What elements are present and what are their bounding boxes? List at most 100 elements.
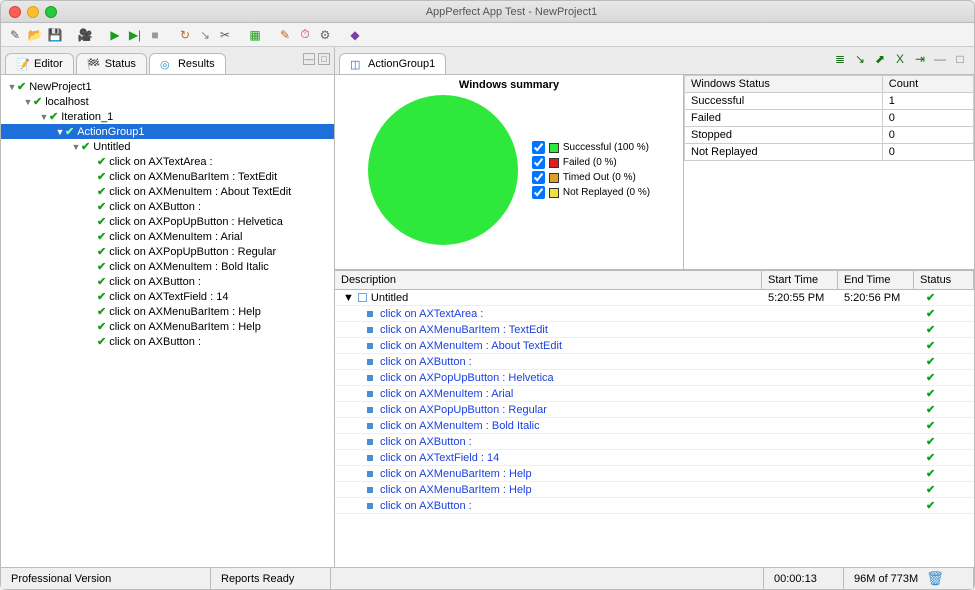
disclosure-triangle[interactable]: ▼ bbox=[23, 97, 33, 107]
tab-editor-label: Editor bbox=[34, 58, 63, 70]
grid-row[interactable]: click on AXMenuBarItem : Help✔ bbox=[335, 482, 974, 498]
tree-event[interactable]: ✔click on AXMenuBarItem : TextEdit bbox=[1, 169, 334, 184]
grid-row-parent[interactable]: ▼Untitled 5:20:55 PM 5:20:56 PM ✔ bbox=[335, 290, 974, 306]
grid-body[interactable]: ▼Untitled 5:20:55 PM 5:20:56 PM ✔ click … bbox=[335, 290, 974, 567]
grid-row[interactable]: click on AXButton :✔ bbox=[335, 434, 974, 450]
export-excel-icon[interactable]: X bbox=[892, 51, 908, 67]
grid-row[interactable]: click on AXMenuItem : About TextEdit✔ bbox=[335, 338, 974, 354]
zoom-window-button[interactable] bbox=[45, 6, 57, 18]
tree-iteration[interactable]: Iteration_1 bbox=[61, 111, 113, 123]
export-import-icon[interactable]: ⇥ bbox=[912, 51, 928, 67]
tree-event[interactable]: ✔click on AXMenuItem : Bold Italic bbox=[1, 259, 334, 274]
chart-legend: Successful (100 %) Failed (0 %) Timed Ou… bbox=[532, 141, 650, 199]
tab-status[interactable]: 🏁 Status bbox=[76, 53, 147, 74]
event-icon bbox=[367, 471, 373, 477]
legend-check-notreplayed[interactable] bbox=[532, 186, 545, 199]
trash-icon[interactable]: 🗑 bbox=[926, 570, 944, 587]
minimize-panel-icon[interactable]: — bbox=[303, 53, 315, 65]
maximize-panel-icon[interactable]: □ bbox=[318, 53, 330, 65]
grid-row-status: ✔ bbox=[914, 355, 974, 368]
grid-row[interactable]: click on AXMenuItem : Arial✔ bbox=[335, 386, 974, 402]
check-icon: ✔ bbox=[97, 230, 106, 243]
tree-event[interactable]: ✔click on AXMenuItem : About TextEdit bbox=[1, 184, 334, 199]
export-text-icon[interactable]: ≣ bbox=[832, 51, 848, 67]
grid-row[interactable]: click on AXButton :✔ bbox=[335, 498, 974, 514]
tree-event[interactable]: ✔click on AXMenuBarItem : Help bbox=[1, 319, 334, 334]
cut-icon[interactable]: ✂ bbox=[217, 27, 233, 43]
status-elapsed-time: 00:00:13 bbox=[764, 568, 844, 589]
tree-event[interactable]: ✔click on AXButton : bbox=[1, 199, 334, 214]
col-start[interactable]: Start Time bbox=[762, 271, 838, 289]
tab-actiongroup[interactable]: ◫ActionGroup1 bbox=[339, 53, 446, 74]
check-icon: ✔ bbox=[97, 305, 106, 318]
export-arrow-icon[interactable]: ↘ bbox=[852, 51, 868, 67]
grid-row[interactable]: click on AXMenuBarItem : Help✔ bbox=[335, 466, 974, 482]
tab-editor[interactable]: 📝Editor bbox=[5, 53, 74, 74]
grid-row-desc: click on AXMenuBarItem : Help bbox=[380, 468, 532, 480]
stats-head-count: Count bbox=[882, 76, 973, 93]
step-icon[interactable]: ↘ bbox=[197, 27, 213, 43]
stop-icon[interactable]: ■ bbox=[147, 27, 163, 43]
check-icon: ✔ bbox=[97, 260, 106, 273]
status-icon: 🏁 bbox=[87, 58, 101, 70]
legend-check-timedout[interactable] bbox=[532, 171, 545, 184]
tree-event[interactable]: ✔click on AXButton : bbox=[1, 334, 334, 349]
col-description[interactable]: Description bbox=[335, 271, 762, 289]
grid-row[interactable]: click on AXTextArea :✔ bbox=[335, 306, 974, 322]
grid-row[interactable]: click on AXMenuBarItem : TextEdit✔ bbox=[335, 322, 974, 338]
tree-event[interactable]: ✔click on AXPopUpButton : Regular bbox=[1, 244, 334, 259]
grid-row[interactable]: click on AXButton :✔ bbox=[335, 354, 974, 370]
minimize-window-button[interactable] bbox=[27, 6, 39, 18]
note-icon[interactable]: ▦ bbox=[247, 27, 263, 43]
tree-untitled[interactable]: Untitled bbox=[93, 141, 130, 153]
disclosure-triangle[interactable]: ▼ bbox=[55, 127, 65, 137]
right-tabs: ◫ActionGroup1 ≣ ↘ ⬈ X ⇥ — □ bbox=[335, 47, 974, 75]
tree-event[interactable]: ✔click on AXMenuItem : Arial bbox=[1, 229, 334, 244]
grid-row-status: ✔ bbox=[914, 419, 974, 432]
window-title: AppPerfect App Test - NewProject1 bbox=[57, 6, 966, 18]
export-chart-icon[interactable]: ⬈ bbox=[872, 51, 888, 67]
tree-event[interactable]: ✔click on AXTextField : 14 bbox=[1, 289, 334, 304]
col-end[interactable]: End Time bbox=[838, 271, 914, 289]
legend-check-successful[interactable] bbox=[532, 141, 545, 154]
loop-icon[interactable]: ↻ bbox=[177, 27, 193, 43]
grid-row[interactable]: click on AXMenuItem : Bold Italic✔ bbox=[335, 418, 974, 434]
package-icon[interactable]: ◆ bbox=[347, 27, 363, 43]
tree-event[interactable]: ✔click on AXPopUpButton : Helvetica bbox=[1, 214, 334, 229]
close-window-button[interactable] bbox=[9, 6, 21, 18]
tab-results[interactable]: ◎Results bbox=[149, 53, 226, 74]
tree-event-label: click on AXMenuBarItem : Help bbox=[109, 321, 261, 333]
event-icon bbox=[367, 455, 373, 461]
results-tree[interactable]: ▼✔NewProject1 ▼✔localhost ▼✔Iteration_1 … bbox=[1, 75, 334, 567]
grid-row[interactable]: click on AXPopUpButton : Regular✔ bbox=[335, 402, 974, 418]
disclosure-triangle[interactable]: ▼ bbox=[39, 112, 49, 122]
tab-status-label: Status bbox=[105, 58, 136, 70]
tree-event[interactable]: ✔click on AXTextArea : bbox=[1, 154, 334, 169]
minimize-right-icon[interactable]: — bbox=[932, 51, 948, 67]
tree-event-label: click on AXPopUpButton : Regular bbox=[109, 246, 276, 258]
save-icon[interactable]: 💾 bbox=[47, 27, 63, 43]
run-icon[interactable]: ▶ bbox=[107, 27, 123, 43]
tree-event[interactable]: ✔click on AXMenuBarItem : Help bbox=[1, 304, 334, 319]
record-icon[interactable]: 🎥 bbox=[77, 27, 93, 43]
maximize-right-icon[interactable]: □ bbox=[952, 51, 968, 67]
disclosure-triangle[interactable]: ▼ bbox=[7, 82, 17, 92]
grid-row-desc: click on AXMenuBarItem : TextEdit bbox=[380, 324, 548, 336]
check-icon: ✔ bbox=[97, 185, 106, 198]
disclosure-triangle[interactable]: ▼ bbox=[343, 292, 354, 304]
run-next-icon[interactable]: ▶| bbox=[127, 27, 143, 43]
edit2-icon[interactable]: ✎ bbox=[277, 27, 293, 43]
open-icon[interactable]: 📂 bbox=[27, 27, 43, 43]
grid-row[interactable]: click on AXTextField : 14✔ bbox=[335, 450, 974, 466]
gear-icon[interactable]: ⚙ bbox=[317, 27, 333, 43]
col-status[interactable]: Status bbox=[914, 271, 974, 289]
grid-row[interactable]: click on AXPopUpButton : Helvetica✔ bbox=[335, 370, 974, 386]
tree-event[interactable]: ✔click on AXButton : bbox=[1, 274, 334, 289]
tree-root[interactable]: NewProject1 bbox=[29, 81, 91, 93]
tree-group[interactable]: ActionGroup1 bbox=[77, 126, 144, 138]
timer-icon[interactable]: ⏱ bbox=[297, 27, 313, 43]
edit-icon[interactable]: ✎ bbox=[7, 27, 23, 43]
disclosure-triangle[interactable]: ▼ bbox=[71, 142, 81, 152]
tree-host[interactable]: localhost bbox=[45, 96, 88, 108]
legend-check-failed[interactable] bbox=[532, 156, 545, 169]
